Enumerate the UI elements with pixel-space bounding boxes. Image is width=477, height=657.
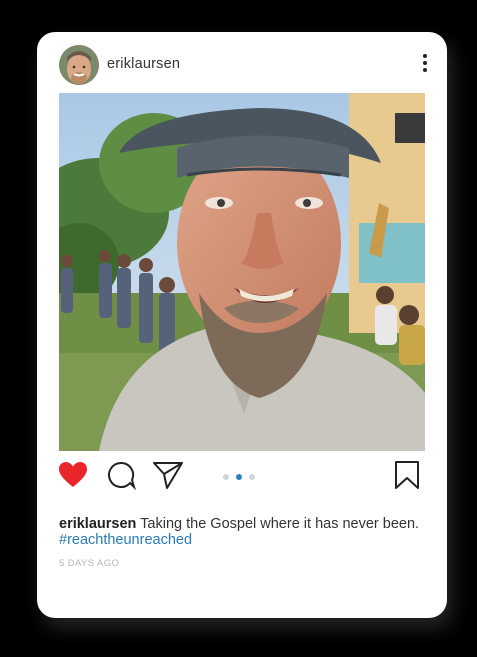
- more-vertical-icon[interactable]: [421, 54, 429, 76]
- avatar[interactable]: [59, 45, 99, 85]
- comment-icon[interactable]: [105, 459, 137, 496]
- carousel-dot-active[interactable]: [236, 474, 242, 480]
- carousel-dot[interactable]: [249, 474, 255, 480]
- bookmark-icon[interactable]: [393, 459, 421, 496]
- post-header: eriklaursen: [37, 32, 447, 94]
- post-card: eriklaursen eriklaursen Taking the Gospe…: [37, 32, 447, 618]
- carousel-dot[interactable]: [223, 474, 229, 480]
- heart-icon[interactable]: [57, 459, 89, 496]
- caption: eriklaursen Taking the Gospel where it h…: [59, 514, 429, 534]
- username[interactable]: eriklaursen: [107, 56, 180, 72]
- action-bar: [37, 457, 447, 497]
- hashtag-link[interactable]: #reachtheunreached: [59, 532, 192, 548]
- caption-username[interactable]: eriklaursen: [59, 516, 136, 532]
- send-icon[interactable]: [151, 459, 185, 496]
- carousel-indicator: [223, 474, 263, 482]
- post-timestamp: 5 DAYS AGO: [59, 558, 120, 569]
- post-image[interactable]: [59, 93, 425, 451]
- caption-text: Taking the Gospel where it has never bee…: [140, 516, 420, 532]
